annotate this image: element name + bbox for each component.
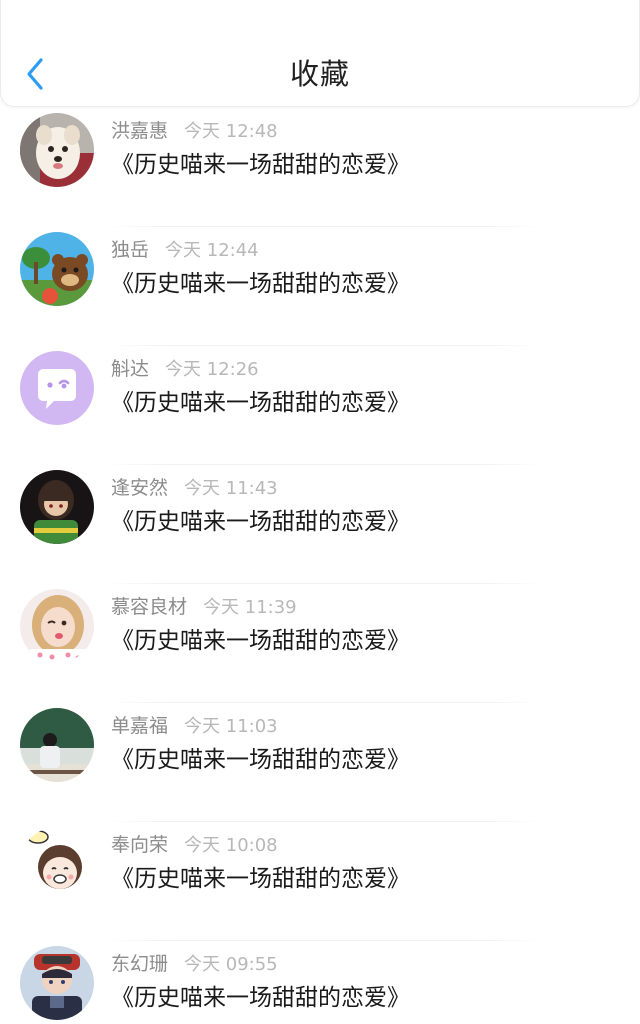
timestamp: 今天 12:26 [165, 359, 259, 380]
item-title[interactable]: 《历史喵来一场甜甜的恋爱》 [111, 624, 410, 658]
item-meta: 单嘉福 今天 11:03 [111, 712, 278, 740]
user-name[interactable]: 单嘉福 [111, 715, 168, 737]
list-item[interactable]: 奉向荣 今天 10:08 《历史喵来一场甜甜的恋爱》 [0, 822, 640, 941]
timestamp: 今天 11:03 [184, 716, 278, 737]
avatar-cartoon-girl[interactable] [20, 827, 94, 901]
list-item[interactable]: 洪嘉惠 今天 12:48 《历史喵来一场甜甜的恋爱》 [0, 108, 640, 227]
avatar-classroom[interactable] [20, 708, 94, 782]
timestamp: 今天 11:43 [184, 478, 278, 499]
user-name[interactable]: 逢安然 [111, 477, 168, 499]
item-meta: 奉向荣 今天 10:08 [111, 831, 278, 859]
list-item[interactable]: 单嘉福 今天 11:03 《历史喵来一场甜甜的恋爱》 [0, 703, 640, 822]
user-name[interactable]: 奉向荣 [111, 834, 168, 856]
item-meta: 逢安然 今天 11:43 [111, 474, 278, 502]
item-meta: 洪嘉惠 今天 12:48 [111, 117, 278, 145]
user-name[interactable]: 东幻珊 [111, 953, 168, 975]
list-item[interactable]: 慕容良材 今天 11:39 《历史喵来一场甜甜的恋爱》 [0, 584, 640, 703]
header-bar: 收藏 [0, 0, 640, 107]
item-meta: 斛达 今天 12:26 [111, 355, 259, 383]
list-item[interactable]: 独岳 今天 12:44 《历史喵来一场甜甜的恋爱》 [0, 227, 640, 346]
timestamp: 今天 12:48 [184, 121, 278, 142]
avatar-bear-cartoon[interactable] [20, 232, 94, 306]
item-meta: 东幻珊 今天 09:55 [111, 950, 278, 978]
page-title: 收藏 [289, 57, 350, 91]
avatar-game-character[interactable] [20, 470, 94, 544]
list-item[interactable]: 东幻珊 今天 09:55 《历史喵来一场甜甜的恋爱》 [0, 941, 640, 1024]
item-title[interactable]: 《历史喵来一场甜甜的恋爱》 [111, 148, 410, 182]
user-name[interactable]: 斛达 [111, 358, 149, 380]
timestamp: 今天 11:39 [203, 597, 297, 618]
list-item[interactable]: 逢安然 今天 11:43 《历史喵来一场甜甜的恋爱》 [0, 465, 640, 584]
timestamp: 今天 12:44 [165, 240, 259, 261]
favorites-list: 洪嘉惠 今天 12:48 《历史喵来一场甜甜的恋爱》 独岳 今天 12:44 《… [0, 108, 640, 1024]
item-title[interactable]: 《历史喵来一场甜甜的恋爱》 [111, 505, 410, 539]
timestamp: 今天 09:55 [184, 954, 278, 975]
item-title[interactable]: 《历史喵来一场甜甜的恋爱》 [111, 386, 410, 420]
list-item[interactable]: 斛达 今天 12:26 《历史喵来一场甜甜的恋爱》 [0, 346, 640, 465]
user-name[interactable]: 慕容良材 [111, 596, 187, 618]
item-title[interactable]: 《历史喵来一场甜甜的恋爱》 [111, 267, 410, 301]
avatar-dog[interactable] [20, 113, 94, 187]
user-name[interactable]: 独岳 [111, 239, 149, 261]
avatar-chat-bubble[interactable] [20, 351, 94, 425]
avatar-girl-photo[interactable] [20, 589, 94, 663]
avatar-anime-boy[interactable] [20, 946, 94, 1020]
item-title[interactable]: 《历史喵来一场甜甜的恋爱》 [111, 862, 410, 896]
timestamp: 今天 10:08 [184, 835, 278, 856]
item-title[interactable]: 《历史喵来一场甜甜的恋爱》 [111, 981, 410, 1015]
item-title[interactable]: 《历史喵来一场甜甜的恋爱》 [111, 743, 410, 777]
user-name[interactable]: 洪嘉惠 [111, 120, 168, 142]
item-meta: 慕容良材 今天 11:39 [111, 593, 297, 621]
item-meta: 独岳 今天 12:44 [111, 236, 259, 264]
favorites-screen: 收藏 洪嘉惠 今天 12:48 《历史喵来一场甜甜的恋爱》 独岳 今天 12:4… [0, 0, 640, 1024]
